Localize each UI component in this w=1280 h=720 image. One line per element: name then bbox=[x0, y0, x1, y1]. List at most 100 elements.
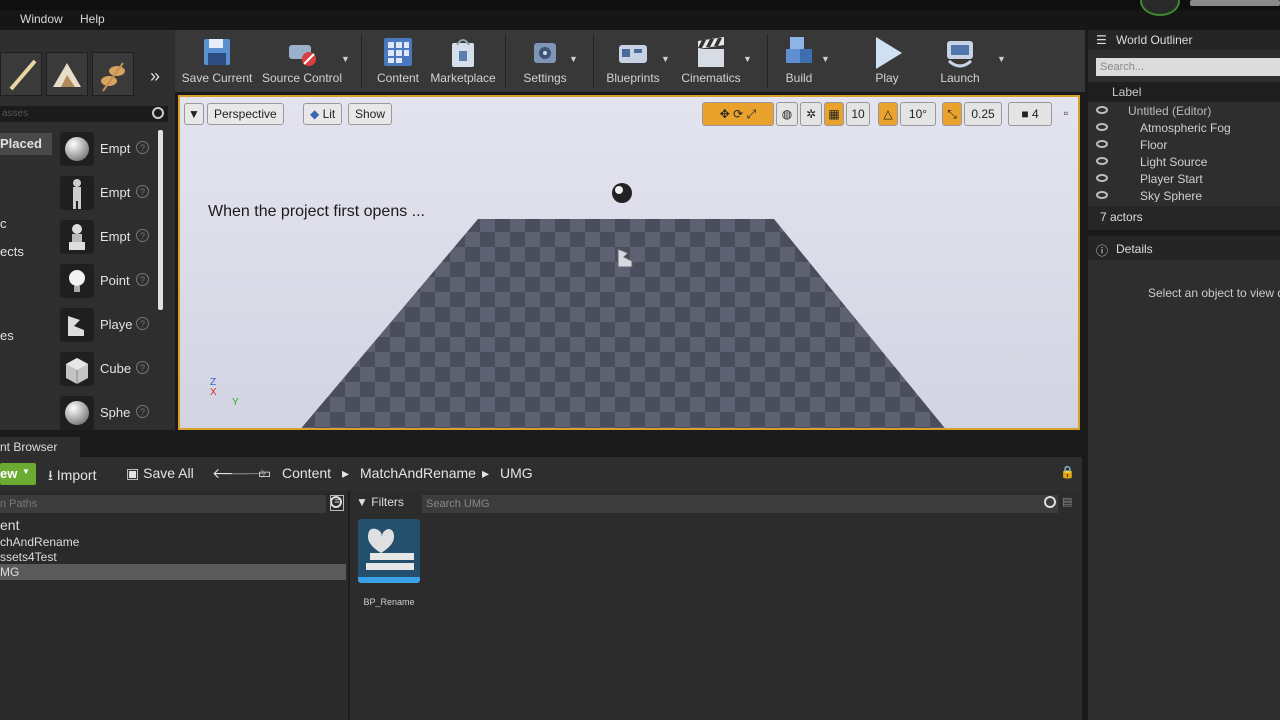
outliner-row[interactable]: Atmospheric Fog bbox=[1088, 120, 1280, 137]
breadcrumb-matchandrename[interactable]: MatchAndRename bbox=[360, 465, 476, 481]
help-icon[interactable]: ? bbox=[136, 317, 149, 330]
filters-button[interactable]: ▼ Filters bbox=[356, 495, 416, 513]
paint-mode-button[interactable] bbox=[0, 52, 42, 96]
build-button[interactable]: Build ▼ bbox=[773, 30, 830, 92]
transform-tools[interactable]: ✥ ⟳ ⤢ bbox=[702, 102, 774, 126]
rotation-snap-value[interactable]: 10° bbox=[900, 102, 936, 126]
save-search-icon[interactable]: ▤ bbox=[1062, 495, 1072, 508]
lit-button[interactable]: ◆ Lit bbox=[303, 103, 343, 125]
chevron-down-icon[interactable]: ▼ bbox=[661, 54, 670, 64]
landscape-mode-button[interactable] bbox=[46, 52, 88, 96]
chevron-down-icon[interactable]: ▼ bbox=[569, 54, 578, 64]
place-item[interactable]: Point ? bbox=[56, 262, 156, 302]
breadcrumb-umg[interactable]: UMG bbox=[500, 465, 533, 481]
help-icon[interactable]: ? bbox=[136, 405, 149, 418]
tree-item-matchandrename[interactable]: chAndRename bbox=[0, 535, 79, 549]
play-button[interactable]: Play bbox=[861, 30, 913, 92]
viewport-options-button[interactable]: ▼ bbox=[184, 103, 204, 125]
player-start-sprite-icon[interactable] bbox=[614, 243, 636, 269]
outliner-row[interactable]: Floor bbox=[1088, 137, 1280, 154]
scale-snap-toggle[interactable]: ⤡ bbox=[942, 102, 962, 126]
outliner-column-header[interactable]: Label bbox=[1088, 82, 1280, 102]
lock-icon[interactable]: 🔒 bbox=[1060, 465, 1075, 479]
translate-rotate-scale-icon: ✥ ⟳ ⤢ bbox=[719, 107, 757, 121]
level-viewport[interactable]: ▼ Perspective ◆ Lit Show ✥ ⟳ ⤢ ◍ ✲ ▦ 10 … bbox=[178, 95, 1080, 430]
camera-speed-button[interactable]: ■ 4 bbox=[1008, 102, 1052, 126]
breadcrumb-content[interactable]: Content bbox=[282, 465, 331, 481]
perspective-button[interactable]: Perspective bbox=[207, 103, 284, 125]
visibility-eye-icon[interactable] bbox=[1096, 191, 1108, 199]
marketplace-button[interactable]: Marketplace bbox=[429, 30, 497, 92]
menu-help[interactable]: Help bbox=[80, 12, 105, 26]
grid-snap-toggle[interactable]: ▦ bbox=[824, 102, 844, 126]
cinematics-button[interactable]: Cinematics ▼ bbox=[679, 30, 752, 92]
help-icon[interactable]: ? bbox=[136, 361, 149, 374]
visibility-eye-icon[interactable] bbox=[1096, 106, 1108, 114]
view-options-icon[interactable]: ≡ bbox=[330, 495, 344, 511]
asset-name: BP_Rename bbox=[363, 597, 415, 607]
visibility-eye-icon[interactable] bbox=[1096, 157, 1108, 165]
help-icon[interactable]: ? bbox=[136, 185, 149, 198]
paths-search-input[interactable]: n Paths bbox=[0, 495, 342, 513]
blueprints-icon bbox=[619, 45, 647, 63]
import-button[interactable]: ⭳ Import bbox=[48, 465, 96, 489]
help-icon[interactable]: ? bbox=[136, 141, 149, 154]
chevron-down-icon[interactable]: ▼ bbox=[821, 54, 830, 64]
show-button[interactable]: Show bbox=[348, 103, 393, 125]
tab-world-outliner[interactable]: ☰ World Outliner bbox=[1088, 30, 1280, 50]
chevron-down-icon[interactable]: ▼ bbox=[743, 54, 752, 64]
content-button[interactable]: Content bbox=[371, 30, 425, 92]
blueprints-button[interactable]: Blueprints ▼ bbox=[601, 30, 670, 92]
menu-window[interactable]: Window bbox=[20, 12, 63, 26]
help-icon[interactable]: ? bbox=[136, 273, 149, 286]
sky-light-sprite-icon[interactable] bbox=[610, 181, 634, 205]
tree-item-assets4test[interactable]: ssets4Test bbox=[0, 550, 57, 564]
tree-item-content[interactable]: ent bbox=[0, 517, 19, 533]
visibility-eye-icon[interactable] bbox=[1096, 140, 1108, 148]
outliner-row[interactable]: Untitled (Editor) bbox=[1088, 103, 1280, 120]
place-item[interactable]: Sphe ? bbox=[56, 394, 156, 434]
chevron-down-icon[interactable]: ▼ bbox=[341, 54, 350, 64]
place-item[interactable]: Empt ? bbox=[56, 218, 156, 258]
place-item[interactable]: Empt ? bbox=[56, 130, 156, 170]
asset-search-input[interactable]: Search UMG bbox=[422, 495, 1058, 513]
place-item[interactable]: Empt ? bbox=[56, 174, 156, 214]
modes-scrollbar[interactable] bbox=[158, 130, 163, 310]
source-control-button[interactable]: Source Control ▼ bbox=[257, 30, 350, 92]
surface-snap-toggle[interactable]: ✲ bbox=[800, 102, 822, 126]
outliner-row[interactable]: Light Source bbox=[1088, 154, 1280, 171]
help-icon[interactable]: ? bbox=[136, 229, 149, 242]
visibility-eye-icon[interactable] bbox=[1096, 174, 1108, 182]
foliage-mode-button[interactable] bbox=[92, 52, 134, 96]
outliner-row[interactable]: Player Start bbox=[1088, 171, 1280, 188]
grid-snap-value[interactable]: 10 bbox=[846, 102, 870, 126]
rotation-snap-toggle[interactable]: △ bbox=[878, 102, 898, 126]
content-browser-sources: n Paths ≡ ent chAndRename ssets4Test MG bbox=[0, 491, 350, 720]
outliner-row[interactable]: Sky Sphere bbox=[1088, 188, 1280, 202]
add-new-button[interactable]: ew ▼ bbox=[0, 463, 36, 485]
save-current-button[interactable]: Save Current bbox=[179, 30, 255, 92]
place-item[interactable]: Playe ? bbox=[56, 306, 156, 346]
category-basic[interactable]: c bbox=[0, 216, 7, 231]
settings-button[interactable]: Settings ▼ bbox=[515, 30, 578, 92]
rotation-snap-label: 10° bbox=[908, 107, 928, 121]
category-recently-placed[interactable]: Placed bbox=[0, 133, 52, 155]
toolbar-label: Play bbox=[875, 71, 899, 85]
scale-snap-value[interactable]: 0.25 bbox=[964, 102, 1002, 126]
launch-button[interactable]: Launch ▼ bbox=[931, 30, 1006, 92]
category-lights[interactable]: ects bbox=[0, 244, 24, 259]
chevron-down-icon[interactable]: ▼ bbox=[997, 54, 1006, 64]
outliner-search-input[interactable]: Search... bbox=[1096, 58, 1280, 76]
place-item[interactable]: Cube ? bbox=[56, 350, 156, 390]
classes-search-input[interactable]: asses bbox=[0, 106, 168, 122]
tab-content-browser[interactable]: nt Browser bbox=[0, 437, 80, 457]
chevron-right-icon[interactable]: » bbox=[150, 66, 160, 87]
visibility-eye-icon[interactable] bbox=[1096, 123, 1108, 131]
save-all-button[interactable]: ▣ Save All bbox=[126, 465, 194, 482]
maximize-viewport-button[interactable]: ▫ bbox=[1060, 102, 1072, 126]
world-local-toggle[interactable]: ◍ bbox=[776, 102, 798, 126]
category-volumes[interactable]: es bbox=[0, 328, 14, 343]
tab-details[interactable]: ⓘ Details bbox=[1088, 236, 1280, 260]
tree-item-umg-selected[interactable]: MG bbox=[0, 564, 346, 580]
asset-tile[interactable] bbox=[358, 519, 420, 583]
